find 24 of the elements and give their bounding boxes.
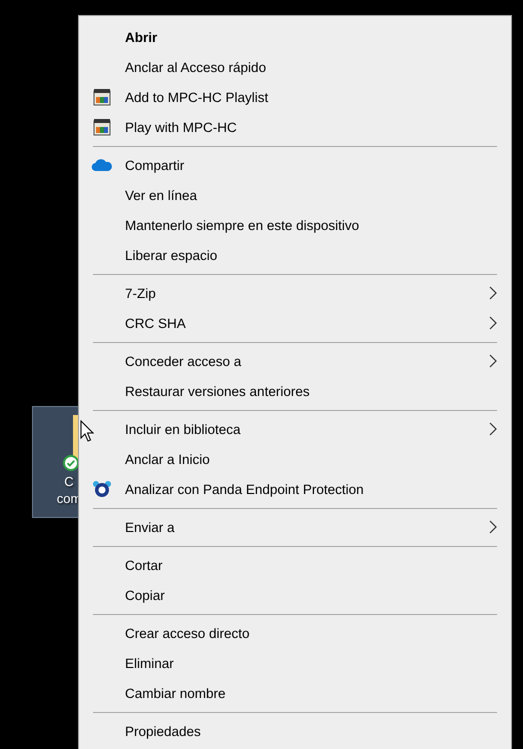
menu-item[interactable]: Cortar <box>79 550 511 580</box>
film-clapper-icon <box>93 88 111 106</box>
menu-item[interactable]: Propiedades <box>79 716 511 746</box>
film-clapper-icon <box>93 118 111 136</box>
menu-item[interactable]: Compartir <box>79 150 511 180</box>
file-name: C <box>64 473 74 490</box>
menu-item[interactable]: CRC SHA <box>79 308 511 338</box>
menu-item[interactable]: Copiar <box>79 580 511 610</box>
menu-item[interactable]: Play with MPC-HC <box>79 112 511 142</box>
mouse-pointer-icon <box>80 420 94 442</box>
menu-item[interactable]: Conceder acceso a <box>79 346 511 376</box>
menu-item[interactable]: Restaurar versiones anteriores <box>79 376 511 406</box>
menu-item[interactable]: Mantenerlo siempre en este dispositivo <box>79 210 511 240</box>
menu-item[interactable]: Abrir <box>79 22 511 52</box>
bear-head-icon <box>92 480 112 498</box>
cloud-icon <box>91 158 113 172</box>
menu-item[interactable]: Ver en línea <box>79 180 511 210</box>
menu-item[interactable]: Eliminar <box>79 648 511 678</box>
menu-item[interactable]: Liberar espacio <box>79 240 511 270</box>
menu-item[interactable]: Add to MPC-HC Playlist <box>79 82 511 112</box>
menu-item[interactable]: Anclar al Acceso rápido <box>79 52 511 82</box>
menu-item[interactable]: Crear acceso directo <box>79 618 511 648</box>
menu-item[interactable]: 7-Zip <box>79 278 511 308</box>
menu-item[interactable]: Cambiar nombre <box>79 678 511 708</box>
